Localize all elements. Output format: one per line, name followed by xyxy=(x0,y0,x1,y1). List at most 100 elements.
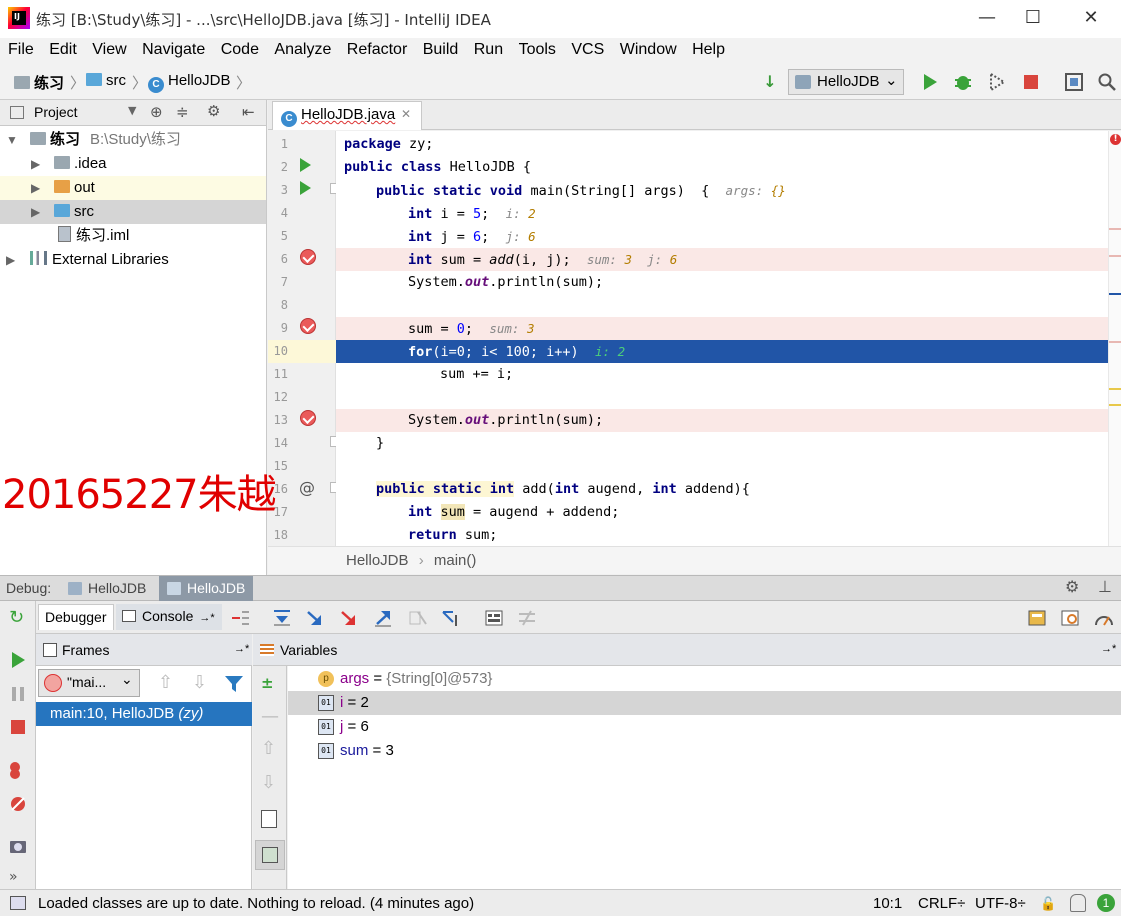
menu-edit[interactable]: Edit xyxy=(49,38,77,59)
variable-j[interactable]: 01 j = 6 xyxy=(288,715,1121,739)
tool-windows-icon[interactable] xyxy=(10,896,26,910)
show-watches-toggle[interactable] xyxy=(255,840,285,870)
breadcrumb-file[interactable]: C HelloJDB xyxy=(148,72,231,93)
error-stripe-mark[interactable] xyxy=(1109,228,1121,230)
build-icon[interactable]: ↓ xyxy=(758,70,782,94)
resume-icon[interactable] xyxy=(9,651,27,669)
force-step-into-icon[interactable] xyxy=(339,609,359,627)
variable-sum[interactable]: 01 sum = 3 xyxy=(288,739,1121,763)
drop-frame-icon[interactable] xyxy=(408,609,428,627)
arrow-down-icon[interactable]: ⇩ xyxy=(261,772,276,793)
arrow-up-icon[interactable]: ⇧ xyxy=(158,672,173,693)
error-stripe[interactable]: ! xyxy=(1108,131,1121,546)
caret-position[interactable]: 10:1 xyxy=(873,895,902,912)
close-tab-icon[interactable]: ✕ xyxy=(401,107,411,121)
run-to-cursor-icon[interactable] xyxy=(441,609,461,627)
tree-item-out[interactable]: ▶ out xyxy=(0,176,266,200)
error-stripe-mark[interactable] xyxy=(1109,255,1121,257)
breakpoint-icon[interactable] xyxy=(300,410,316,426)
inspector-icon[interactable] xyxy=(1070,894,1086,912)
run-gutter-icon[interactable] xyxy=(300,158,311,172)
run-button[interactable] xyxy=(918,70,942,94)
scroll-from-source-icon[interactable]: ⊕ xyxy=(150,103,163,121)
evaluate-expression-icon[interactable] xyxy=(484,609,504,627)
status-message[interactable]: Loaded classes are up to date. Nothing t… xyxy=(38,895,474,912)
close-window-button[interactable]: ✕ xyxy=(1068,4,1114,32)
rerun-icon[interactable]: ↻ xyxy=(9,609,27,627)
debug-session-tab-2[interactable]: HelloJDB xyxy=(159,576,253,601)
tab-debugger[interactable]: Debugger xyxy=(38,604,114,630)
variable-i[interactable]: 01 i = 2 xyxy=(288,691,1121,715)
pause-icon[interactable] xyxy=(9,685,27,703)
maximize-button[interactable]: ☐ xyxy=(1010,4,1056,32)
gear-icon[interactable]: ⚙ xyxy=(1065,577,1079,596)
file-encoding[interactable]: UTF-8÷ xyxy=(975,895,1026,912)
code-editor[interactable]: package zy; public class HelloJDB { publ… xyxy=(336,131,1108,546)
camera-icon[interactable] xyxy=(9,837,27,855)
line-separator[interactable]: CRLF÷ xyxy=(918,895,965,912)
thread-select[interactable]: "mai... ⌄ xyxy=(38,669,140,697)
menu-help[interactable]: Help xyxy=(692,38,725,59)
error-icon[interactable]: ! xyxy=(1110,134,1121,145)
menu-code[interactable]: Code xyxy=(221,38,259,59)
variable-args[interactable]: p args = {String[0]@573} xyxy=(288,667,1121,691)
menu-vcs[interactable]: VCS xyxy=(571,38,604,59)
error-stripe-mark[interactable] xyxy=(1109,293,1121,295)
remove-watch-icon[interactable]: — xyxy=(261,706,279,727)
project-panel-title[interactable]: Project xyxy=(34,104,78,120)
frame-item-selected[interactable]: main:10, HelloJDB (zy) xyxy=(36,702,252,726)
trace-icon[interactable] xyxy=(517,609,537,627)
coverage-icon[interactable] xyxy=(985,70,1009,94)
show-execution-point-icon[interactable] xyxy=(230,609,250,627)
restore-layout-icon[interactable] xyxy=(1027,609,1047,627)
memory-view-icon[interactable] xyxy=(1060,609,1080,627)
overhead-icon[interactable] xyxy=(1094,609,1114,627)
pin-icon[interactable]: →* xyxy=(234,643,249,655)
event-log-badge[interactable]: 1 xyxy=(1097,894,1115,912)
chevron-down-icon[interactable]: ▼ xyxy=(128,104,136,117)
editor-tab-hellojdb[interactable]: C HelloJDB.java ✕ xyxy=(272,101,422,130)
menu-analyze[interactable]: Analyze xyxy=(274,38,331,59)
minimize-button[interactable]: — xyxy=(964,4,1010,32)
breakpoint-icon[interactable] xyxy=(300,318,316,334)
menu-view[interactable]: View xyxy=(92,38,126,59)
new-watch-icon[interactable]: ± xyxy=(261,674,274,692)
mute-breakpoints-icon[interactable] xyxy=(9,795,27,813)
arrow-up-icon[interactable]: ⇧ xyxy=(261,738,276,759)
step-out-icon[interactable] xyxy=(373,609,393,627)
project-structure-icon[interactable] xyxy=(1062,70,1086,94)
error-stripe-mark[interactable] xyxy=(1109,404,1121,406)
menu-file[interactable]: File xyxy=(8,38,34,59)
override-marker-icon[interactable]: @ xyxy=(299,478,315,497)
breakpoint-icon[interactable] xyxy=(300,249,316,265)
tree-item-src[interactable]: ▶ src xyxy=(0,200,266,224)
tree-item-idea[interactable]: ▶ .idea xyxy=(0,152,266,176)
debug-session-tab-1[interactable]: HelloJDB xyxy=(60,576,158,601)
lock-icon[interactable]: 🔓 xyxy=(1040,896,1056,912)
copy-icon[interactable] xyxy=(261,810,277,828)
collapse-all-icon[interactable]: ≑ xyxy=(176,103,189,121)
menu-build[interactable]: Build xyxy=(423,38,459,59)
step-into-icon[interactable] xyxy=(305,609,325,627)
more-icon[interactable]: » xyxy=(9,869,27,887)
minimize-panel-icon[interactable]: ⊥ xyxy=(1098,577,1112,596)
search-icon[interactable] xyxy=(1095,70,1119,94)
run-gutter-icon[interactable] xyxy=(300,181,311,195)
menu-navigate[interactable]: Navigate xyxy=(142,38,205,59)
menu-tools[interactable]: Tools xyxy=(519,38,556,59)
error-stripe-mark[interactable] xyxy=(1109,341,1121,343)
error-stripe-mark[interactable] xyxy=(1109,388,1121,390)
filter-icon[interactable] xyxy=(224,675,244,697)
stop-icon[interactable] xyxy=(9,718,27,736)
tree-item-external-libraries[interactable]: ▶ External Libraries xyxy=(0,248,266,272)
pin-icon[interactable]: →* xyxy=(1101,643,1116,655)
run-configuration-select[interactable]: HelloJDB ⌄ xyxy=(788,69,904,95)
tab-console[interactable]: Console →* xyxy=(116,604,222,630)
step-over-icon[interactable] xyxy=(272,609,292,627)
hide-panel-icon[interactable]: ⇤ xyxy=(242,103,255,121)
stop-button[interactable] xyxy=(1019,70,1043,94)
menu-window[interactable]: Window xyxy=(620,38,677,59)
menu-run[interactable]: Run xyxy=(474,38,503,59)
debug-button[interactable] xyxy=(951,70,975,94)
breadcrumb-src[interactable]: src xyxy=(86,72,126,89)
